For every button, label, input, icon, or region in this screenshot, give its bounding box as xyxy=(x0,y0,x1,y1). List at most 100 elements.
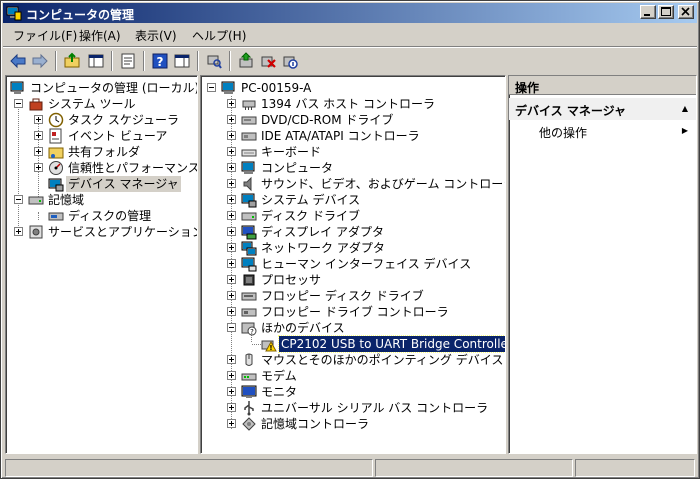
expand-icon[interactable] xyxy=(227,243,236,252)
device-category[interactable]: DVD/CD-ROM ドライブ xyxy=(201,112,501,128)
shared-folder-icon xyxy=(48,144,64,160)
action-more[interactable]: 他の操作 xyxy=(539,124,587,141)
expand-icon[interactable] xyxy=(34,115,43,124)
expand-icon[interactable] xyxy=(227,355,236,364)
tree-item-storage[interactable]: 記憶域 xyxy=(6,192,196,208)
window-title: コンピュータの管理 xyxy=(26,8,135,22)
device-category[interactable]: プロセッサ xyxy=(201,272,501,288)
device-category[interactable]: モデム xyxy=(201,368,501,384)
console-tree-pane[interactable]: コンピュータの管理 (ローカル) システム ツール タスク スケジューラ イベン… xyxy=(5,75,198,454)
device-category[interactable]: ユニバーサル シリアル バス コントローラ xyxy=(201,400,501,416)
tree-label: 信頼性とパフォーマンス xyxy=(68,161,198,175)
close-button[interactable] xyxy=(678,5,694,19)
computer-management-icon xyxy=(6,5,22,21)
device-category[interactable]: ディスク ドライブ xyxy=(201,208,501,224)
title-bar[interactable]: コンピュータの管理 xyxy=(3,3,697,23)
expand-icon[interactable] xyxy=(14,227,23,236)
actions-section-device-manager[interactable]: デバイス マネージャ ▲ xyxy=(509,98,696,120)
expand-icon[interactable] xyxy=(227,403,236,412)
device-category[interactable]: ? ほかのデバイス xyxy=(201,320,501,336)
collapse-caret-icon[interactable]: ▲ xyxy=(682,104,688,113)
disable-device-icon[interactable] xyxy=(281,52,299,70)
device-label: モデム xyxy=(261,369,297,383)
bus-controller-icon xyxy=(241,96,257,112)
scan-hardware-icon[interactable] xyxy=(205,52,223,70)
device-category[interactable]: フロッピー ディスク ドライブ xyxy=(201,288,501,304)
expand-icon[interactable] xyxy=(227,227,236,236)
expand-icon[interactable] xyxy=(227,99,236,108)
submenu-arrow-icon[interactable]: ▶ xyxy=(682,126,688,135)
expand-icon[interactable] xyxy=(227,147,236,156)
expand-icon[interactable] xyxy=(227,259,236,268)
expand-icon[interactable] xyxy=(227,179,236,188)
expand-icon[interactable] xyxy=(227,163,236,172)
device-category[interactable]: ネットワーク アダプタ xyxy=(201,240,501,256)
display-adapter-icon xyxy=(241,224,257,240)
device-category[interactable]: ディスプレイ アダプタ xyxy=(201,224,501,240)
view-list-icon[interactable] xyxy=(173,52,191,70)
tree-item-root[interactable]: コンピュータの管理 (ローカル) xyxy=(6,80,197,96)
device-category[interactable]: ヒューマン インターフェイス デバイス xyxy=(201,256,501,272)
expand-icon[interactable] xyxy=(227,291,236,300)
minimize-button[interactable] xyxy=(640,5,656,19)
help-icon[interactable]: ? xyxy=(151,52,169,70)
device-category[interactable]: モニタ xyxy=(201,384,501,400)
device-category[interactable]: キーボード xyxy=(201,144,501,160)
device-category[interactable]: システム デバイス xyxy=(201,192,501,208)
device-tree-pane[interactable]: PC-00159-A 1394 バス ホスト コントローラ DVD/CD-ROM … xyxy=(200,75,506,454)
actions-header: 操作 xyxy=(509,76,696,95)
storage-controller-icon xyxy=(241,416,257,432)
menu-view[interactable]: 表示(V) xyxy=(135,27,177,44)
menu-action[interactable]: 操作(A) xyxy=(79,27,121,44)
show-hide-tree-icon[interactable] xyxy=(87,52,105,70)
device-label: ほかのデバイス xyxy=(261,321,345,335)
back-icon[interactable] xyxy=(9,52,27,70)
device-category[interactable]: サウンド、ビデオ、およびゲーム コントローラ xyxy=(201,176,505,192)
tree-item-device-manager[interactable]: デバイス マネージャ xyxy=(6,176,196,192)
expand-icon[interactable] xyxy=(34,131,43,140)
device-category[interactable]: 1394 バス ホスト コントローラ xyxy=(201,96,501,112)
expand-icon[interactable] xyxy=(227,131,236,140)
menu-file[interactable]: ファイル(F) xyxy=(13,27,77,44)
expand-icon[interactable] xyxy=(227,195,236,204)
device-label: DVD/CD-ROM ドライブ xyxy=(261,113,394,127)
expand-icon[interactable] xyxy=(227,115,236,124)
tree-item-shared-folders[interactable]: 共有フォルダ xyxy=(6,144,196,160)
disk-management-icon xyxy=(48,208,64,224)
tree-item-services-apps[interactable]: サービスとアプリケーション xyxy=(6,224,197,240)
properties-icon[interactable] xyxy=(119,52,137,70)
maximize-button[interactable] xyxy=(658,5,674,19)
uninstall-icon[interactable] xyxy=(259,52,277,70)
device-category[interactable]: コンピュータ xyxy=(201,160,501,176)
status-cell xyxy=(375,459,573,477)
device-item-selected[interactable]: ! CP2102 USB to UART Bridge Controller xyxy=(201,335,505,353)
collapse-icon[interactable] xyxy=(207,83,216,92)
expand-icon[interactable] xyxy=(227,211,236,220)
device-category[interactable]: マウスとそのほかのポインティング デバイス xyxy=(201,352,503,368)
tree-item-disk-management[interactable]: ディスクの管理 xyxy=(6,208,196,224)
tree-item-task-scheduler[interactable]: タスク スケジューラ xyxy=(6,112,196,128)
expand-icon[interactable] xyxy=(227,419,236,428)
expand-icon[interactable] xyxy=(227,371,236,380)
collapse-icon[interactable] xyxy=(14,99,23,108)
forward-icon[interactable] xyxy=(31,52,49,70)
collapse-icon[interactable] xyxy=(14,195,23,204)
collapse-icon[interactable] xyxy=(227,323,236,332)
tree-item-reliability[interactable]: 信頼性とパフォーマンス xyxy=(6,160,198,176)
expand-icon[interactable] xyxy=(227,307,236,316)
expand-icon[interactable] xyxy=(34,147,43,156)
event-viewer-icon xyxy=(48,128,64,144)
expand-icon[interactable] xyxy=(34,163,43,172)
device-root[interactable]: PC-00159-A xyxy=(201,80,501,96)
tree-item-event-viewer[interactable]: イベント ビューア xyxy=(6,128,196,144)
device-category[interactable]: 記憶域コントローラ xyxy=(201,416,501,432)
expand-icon[interactable] xyxy=(227,387,236,396)
tree-label: デバイス マネージャ xyxy=(66,176,181,192)
expand-icon[interactable] xyxy=(227,275,236,284)
device-category[interactable]: フロッピー ドライブ コントローラ xyxy=(201,304,501,320)
device-category[interactable]: IDE ATA/ATAPI コントローラ xyxy=(201,128,501,144)
update-driver-icon[interactable] xyxy=(237,52,255,70)
menu-help[interactable]: ヘルプ(H) xyxy=(192,27,246,44)
tree-item-system-tools[interactable]: システム ツール xyxy=(6,96,196,112)
up-folder-icon[interactable] xyxy=(63,52,81,70)
